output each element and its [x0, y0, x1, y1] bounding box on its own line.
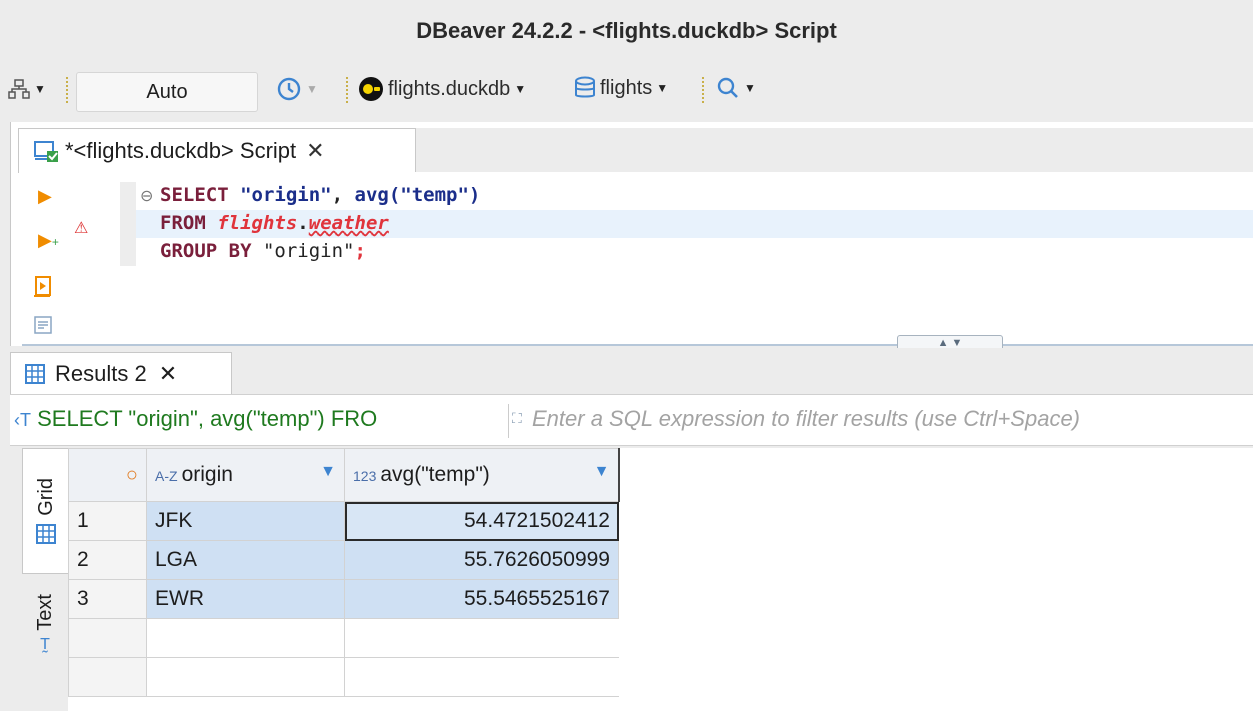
query-text[interactable]: ‹T SELECT "origin", avg("temp") FRO	[14, 406, 377, 432]
toolbar-separator	[66, 77, 68, 103]
log-icon	[34, 316, 52, 334]
warning-icon: ⚠	[74, 220, 89, 237]
empty-cell	[344, 618, 619, 658]
row-number	[68, 657, 147, 697]
row-indicator-icon: ○	[125, 464, 138, 486]
database-icon	[575, 76, 595, 98]
select-all-header[interactable]: ○	[68, 448, 147, 502]
results-table: ○ A-Z origin ▼ 123 avg("temp") ▼ 1 JFK 54.…	[68, 448, 620, 697]
code-line-1: SELECT "origin", avg("temp")	[160, 184, 480, 206]
empty-row	[68, 618, 619, 658]
filter-expression-input[interactable]: Enter a SQL expression to filter results…	[532, 406, 1080, 432]
fold-gutter	[120, 182, 136, 266]
empty-cell	[146, 618, 345, 658]
table-grid-icon	[25, 364, 45, 384]
tab-grid-label: Grid	[34, 478, 57, 516]
sort-dropdown-icon[interactable]: ▼	[594, 463, 610, 481]
keyword: SELECT	[160, 184, 229, 206]
tab-grid[interactable]: Grid	[22, 448, 70, 574]
window-title: DBeaver 24.2.2 - <flights.duckdb> Script	[416, 18, 837, 43]
table-row[interactable]: 2 LGA 55.7626050999	[68, 540, 619, 580]
explain-plan-icon[interactable]	[34, 276, 54, 303]
tab-results[interactable]: Results 2 ✕	[10, 352, 232, 395]
execute-script-icon[interactable]: ▶+	[38, 230, 59, 251]
main-toolbar: ▼ Auto ▼ flights.duckdb ▼ flights ▼ ▼	[0, 62, 1253, 118]
schema-label: flights	[600, 76, 653, 99]
row-number[interactable]: 3	[68, 579, 147, 619]
keyword: FROM	[160, 212, 206, 234]
table-identifier: weather	[308, 212, 389, 234]
datasource-label: flights.duckdb	[388, 77, 511, 100]
cell-origin[interactable]: JFK	[146, 501, 345, 541]
query-text-label: SELECT "origin", avg("temp") FRO	[37, 406, 378, 431]
empty-cell	[344, 657, 619, 697]
expand-icon[interactable]: ⛶	[512, 410, 522, 427]
function-call: avg("temp")	[354, 184, 481, 206]
grid-icon	[36, 523, 56, 544]
identifier: "origin"	[262, 240, 355, 262]
toolbar-separator	[702, 77, 704, 103]
column-header-origin[interactable]: A-Z origin ▼	[146, 448, 345, 502]
column-header-avg-temp[interactable]: 123 avg("temp") ▼	[344, 448, 620, 502]
punctuation: .	[297, 212, 309, 234]
close-icon[interactable]: ✕	[159, 361, 177, 387]
punctuation: ;	[354, 240, 366, 262]
tab-text-label: Text	[33, 593, 56, 631]
transaction-mode-field[interactable]: Auto	[76, 72, 258, 112]
explain-icon	[34, 276, 51, 297]
cell-origin[interactable]: EWR	[146, 579, 345, 619]
panel-splitter[interactable]	[22, 344, 1253, 346]
network-icon	[8, 79, 30, 99]
identifier: "origin"	[240, 184, 332, 206]
duckdb-icon	[359, 77, 383, 101]
tab-text[interactable]: Text T̰	[22, 574, 68, 674]
fold-collapse-icon[interactable]: ⊖	[140, 186, 153, 206]
dropdown-caret-icon: ▼	[34, 82, 46, 96]
cell-avg-temp[interactable]: 54.4721502412	[344, 501, 619, 541]
close-icon[interactable]: ✕	[306, 138, 324, 164]
schema-identifier: flights	[217, 212, 298, 234]
sort-dropdown-icon[interactable]: ▼	[320, 463, 336, 481]
datasource-selector[interactable]: flights.duckdb ▼	[358, 76, 526, 102]
code-line-3: GROUP BY "origin";	[160, 240, 366, 262]
table-row[interactable]: 3 EWR 55.5465525167	[68, 579, 619, 619]
column-header-label: origin	[181, 463, 233, 486]
table-row[interactable]: 1 JFK 54.4721502412	[68, 501, 619, 541]
schema-selector[interactable]: flights ▼	[574, 76, 668, 100]
dropdown-caret-icon: ▼	[514, 82, 527, 96]
cell-avg-temp[interactable]: 55.7626050999	[344, 540, 619, 580]
dropdown-caret-icon: ▼	[656, 81, 669, 95]
string-type-icon: A-Z	[155, 468, 178, 484]
commit-mode-button[interactable]: ▼	[8, 78, 46, 100]
sql-source-icon: ‹T	[14, 410, 31, 430]
output-log-icon[interactable]	[34, 316, 52, 339]
empty-cell	[146, 657, 345, 697]
sql-script-icon	[34, 141, 58, 162]
keyword: GROUP BY	[160, 240, 252, 262]
numeric-type-icon: 123	[353, 468, 377, 484]
execute-statement-icon[interactable]: ▶	[38, 186, 52, 207]
dropdown-caret-icon: ▼	[744, 81, 756, 95]
empty-row	[68, 657, 619, 697]
punctuation: ,	[331, 184, 355, 206]
search-icon	[717, 77, 738, 98]
column-header-label: avg("temp")	[380, 463, 490, 486]
history-button[interactable]: ▼	[276, 76, 318, 102]
row-number[interactable]: 1	[68, 501, 147, 541]
tab-script-label: *<flights.duckdb> Script	[65, 138, 297, 163]
cell-avg-temp[interactable]: 55.5465525167	[344, 579, 619, 619]
filter-divider	[508, 404, 509, 438]
text-view-icon: T̰	[40, 636, 50, 654]
row-number[interactable]: 2	[68, 540, 147, 580]
toolbar-separator	[346, 77, 348, 103]
tab-script[interactable]: *<flights.duckdb> Script ✕	[18, 128, 416, 173]
tab-results-label: Results 2	[55, 361, 147, 386]
history-clock-icon	[277, 77, 301, 101]
title-bar: DBeaver 24.2.2 - <flights.duckdb> Script	[0, 0, 1253, 62]
row-number	[68, 618, 147, 658]
code-line-2: FROM flights.weather	[160, 212, 389, 234]
cell-origin[interactable]: LGA	[146, 540, 345, 580]
search-button[interactable]: ▼	[716, 76, 756, 100]
dropdown-caret-icon: ▼	[306, 82, 318, 96]
